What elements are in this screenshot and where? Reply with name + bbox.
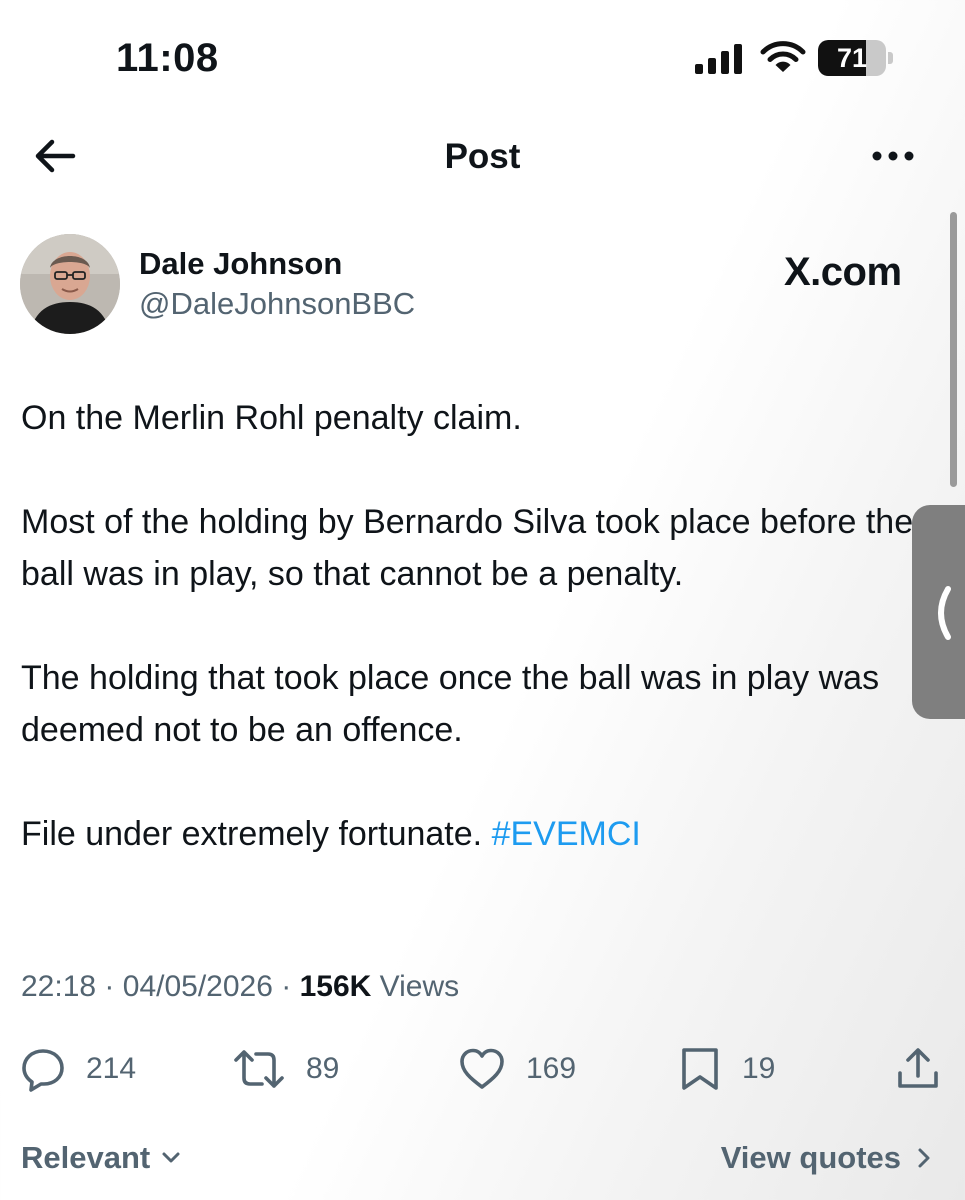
wifi-icon bbox=[760, 41, 806, 72]
page-title: Post bbox=[444, 137, 521, 176]
like-button[interactable]: 169 bbox=[458, 1044, 576, 1094]
more-options-icon[interactable] bbox=[868, 142, 918, 170]
post-last-line: File under extremely fortunate. bbox=[21, 815, 492, 853]
post-date[interactable]: 04/05/2026 bbox=[123, 970, 273, 1003]
post-text: On the Merlin Rohl penalty claim. Most o… bbox=[21, 392, 921, 912]
author-name[interactable]: Dale Johnson bbox=[139, 246, 342, 282]
repost-button[interactable]: 89 bbox=[232, 1044, 339, 1094]
chevron-down-icon bbox=[162, 1152, 180, 1163]
cellular-signal-icon bbox=[695, 44, 742, 74]
view-quotes-label: View quotes bbox=[720, 1140, 901, 1175]
x-logo-watermark: X.com bbox=[784, 250, 902, 294]
scrollbar[interactable] bbox=[950, 212, 957, 487]
post-paragraph: File under extremely fortunate. #EVEMCI bbox=[21, 808, 921, 860]
bookmark-count: 19 bbox=[742, 1052, 776, 1085]
post-meta: 22:18 · 04/05/2026 · 156K Views bbox=[21, 970, 459, 1004]
views-count[interactable]: 156K bbox=[300, 970, 372, 1003]
sort-replies-dropdown[interactable]: Relevant bbox=[21, 1140, 186, 1176]
author-handle[interactable]: @DaleJohnsonBBC bbox=[139, 286, 415, 322]
bookmark-button[interactable]: 19 bbox=[678, 1044, 775, 1094]
reply-button[interactable]: 214 bbox=[20, 1044, 136, 1094]
battery-icon: 71 bbox=[818, 40, 894, 76]
repost-icon bbox=[234, 1050, 284, 1088]
chevron-right-icon bbox=[918, 1148, 930, 1168]
status-bar: 11:08 71 bbox=[0, 0, 965, 110]
status-time: 11:08 bbox=[116, 36, 219, 80]
views-label[interactable]: Views bbox=[380, 970, 459, 1003]
bookmark-icon bbox=[682, 1048, 718, 1090]
chevron-left-icon bbox=[938, 586, 951, 640]
side-panel-handle[interactable] bbox=[912, 505, 965, 719]
share-icon bbox=[898, 1048, 938, 1088]
view-quotes-link[interactable]: View quotes bbox=[721, 1140, 939, 1176]
battery-level: 71 bbox=[836, 43, 868, 73]
post-time[interactable]: 22:18 bbox=[21, 970, 96, 1003]
meta-separator: · bbox=[281, 970, 292, 1003]
reply-count: 214 bbox=[86, 1052, 137, 1085]
meta-separator: · bbox=[104, 970, 115, 1003]
like-count: 169 bbox=[526, 1052, 577, 1085]
reply-icon bbox=[22, 1049, 64, 1092]
post-paragraph: On the Merlin Rohl penalty claim. bbox=[21, 399, 522, 437]
sort-label: Relevant bbox=[21, 1140, 151, 1175]
heart-icon bbox=[460, 1048, 504, 1089]
repost-count: 89 bbox=[306, 1052, 340, 1085]
top-nav: Post bbox=[0, 120, 965, 192]
hashtag-link[interactable]: #EVEMCI bbox=[492, 815, 641, 853]
share-button[interactable] bbox=[895, 1044, 961, 1094]
action-bar: 214 89 169 19 bbox=[0, 1044, 965, 1094]
post-paragraph: The holding that took place once the bal… bbox=[21, 659, 880, 749]
avatar[interactable] bbox=[20, 234, 120, 334]
post-paragraph: Most of the holding by Bernardo Silva to… bbox=[21, 503, 914, 593]
